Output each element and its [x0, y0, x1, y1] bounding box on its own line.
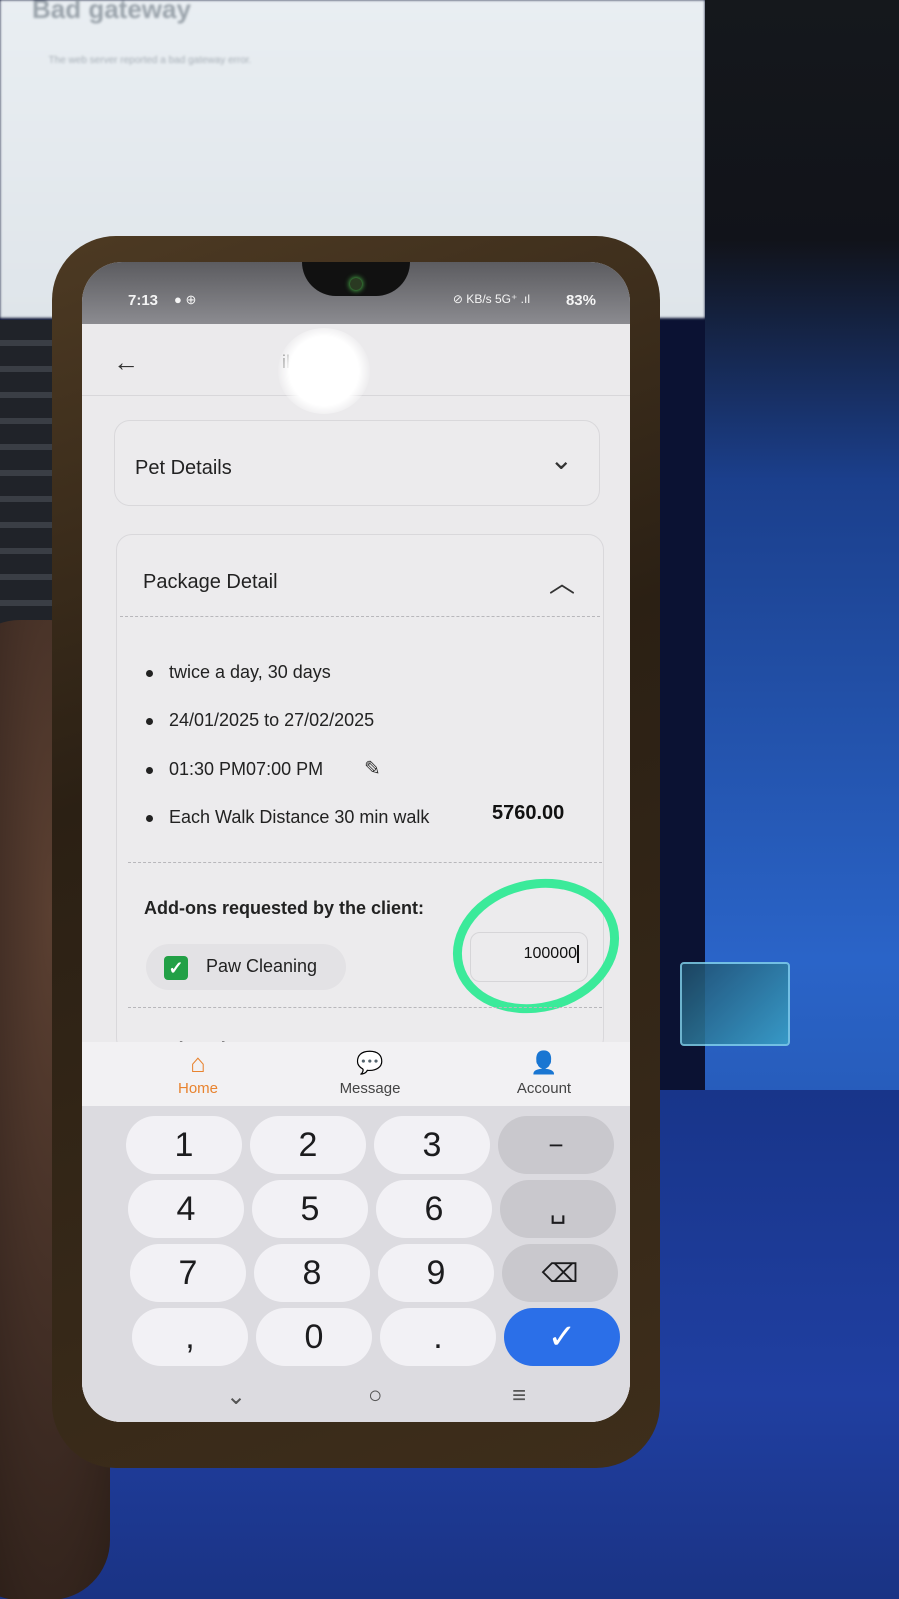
- package-item-dates: 24/01/2025 to 27/02/2025: [146, 710, 374, 731]
- chevron-up-icon[interactable]: ︿: [549, 563, 575, 600]
- key-comma[interactable]: ,: [132, 1308, 248, 1366]
- addon-chip-paw-cleaning[interactable]: ✓ Paw Cleaning: [146, 944, 346, 990]
- package-item-frequency: twice a day, 30 days: [146, 662, 331, 683]
- key-2[interactable]: 2: [250, 1116, 366, 1174]
- intel-sticker: [680, 962, 790, 1046]
- key-3[interactable]: 3: [374, 1116, 490, 1174]
- system-home-icon[interactable]: ○: [368, 1382, 383, 1410]
- key-space[interactable]: ␣: [500, 1180, 616, 1238]
- account-icon: 👤: [530, 1050, 558, 1075]
- nav-account[interactable]: 👤 Account: [484, 1048, 604, 1097]
- chevron-down-icon[interactable]: ⌄: [550, 443, 573, 476]
- nav-account-label: Account: [516, 1080, 572, 1097]
- nav-message-label: Message: [339, 1080, 401, 1097]
- key-4[interactable]: 4: [128, 1180, 244, 1238]
- bottom-navigation: ⌂ Home 💬 Message 👤 Account: [82, 1042, 630, 1106]
- divider: [120, 616, 600, 617]
- phone-screen: 7:13 ● ⊕ ⊘ KB/s 5G⁺ .ıl 83% ← ils Pet De…: [82, 262, 630, 1422]
- package-price: 5760.00: [492, 802, 565, 824]
- key-5[interactable]: 5: [252, 1180, 368, 1238]
- divider: [128, 862, 602, 863]
- light-glare: [278, 328, 370, 414]
- network-icons: ⊘ KB/s 5G⁺ .ıl: [452, 292, 530, 306]
- key-7[interactable]: 7: [130, 1244, 246, 1302]
- system-navigation-bar: ⌄ ○ ≡: [82, 1372, 630, 1422]
- nav-home[interactable]: ⌂ Home: [138, 1048, 258, 1097]
- status-bar: 7:13 ● ⊕ ⊘ KB/s 5G⁺ .ıl 83%: [82, 286, 630, 316]
- key-minus[interactable]: −: [498, 1116, 614, 1174]
- key-backspace[interactable]: ⌫: [502, 1244, 618, 1302]
- addons-label: Add-ons requested by the client:: [144, 898, 425, 918]
- nav-home-label: Home: [177, 1080, 218, 1097]
- message-icon: 💬: [356, 1050, 384, 1075]
- pet-details-title: Pet Details: [135, 457, 232, 479]
- edit-pencil-icon[interactable]: ✎: [364, 756, 381, 781]
- key-done[interactable]: ✓: [504, 1308, 620, 1366]
- divider: [128, 1007, 602, 1008]
- home-icon: ⌂: [190, 1048, 206, 1078]
- pet-details-card[interactable]: Pet Details ⌄: [114, 420, 600, 506]
- back-arrow-icon[interactable]: ←: [110, 346, 142, 378]
- key-8[interactable]: 8: [254, 1244, 370, 1302]
- system-back-icon[interactable]: ⌄: [226, 1382, 246, 1411]
- nav-message[interactable]: 💬 Message: [310, 1048, 430, 1097]
- battery-level: 83%: [565, 292, 596, 309]
- monitor-error-title: Bad gateway: [32, 0, 191, 24]
- monitor-error-text: The web server reported a bad gateway er…: [48, 55, 252, 66]
- key-9[interactable]: 9: [378, 1244, 494, 1302]
- package-item-times: 01:30 PM07:00 PM: [146, 759, 323, 780]
- status-time: 7:13: [128, 292, 159, 309]
- package-detail-title: Package Detail: [143, 571, 278, 593]
- notification-icons: ● ⊕: [174, 292, 197, 307]
- key-0[interactable]: 0: [256, 1308, 372, 1366]
- addon-checkbox[interactable]: ✓: [164, 956, 188, 980]
- addon-label: Paw Cleaning: [206, 956, 318, 976]
- key-1[interactable]: 1: [126, 1116, 242, 1174]
- system-recents-icon[interactable]: ≡: [512, 1382, 526, 1410]
- key-6[interactable]: 6: [376, 1180, 492, 1238]
- package-item-distance: Each Walk Distance 30 min walk: [146, 807, 429, 828]
- key-period[interactable]: .: [380, 1308, 496, 1366]
